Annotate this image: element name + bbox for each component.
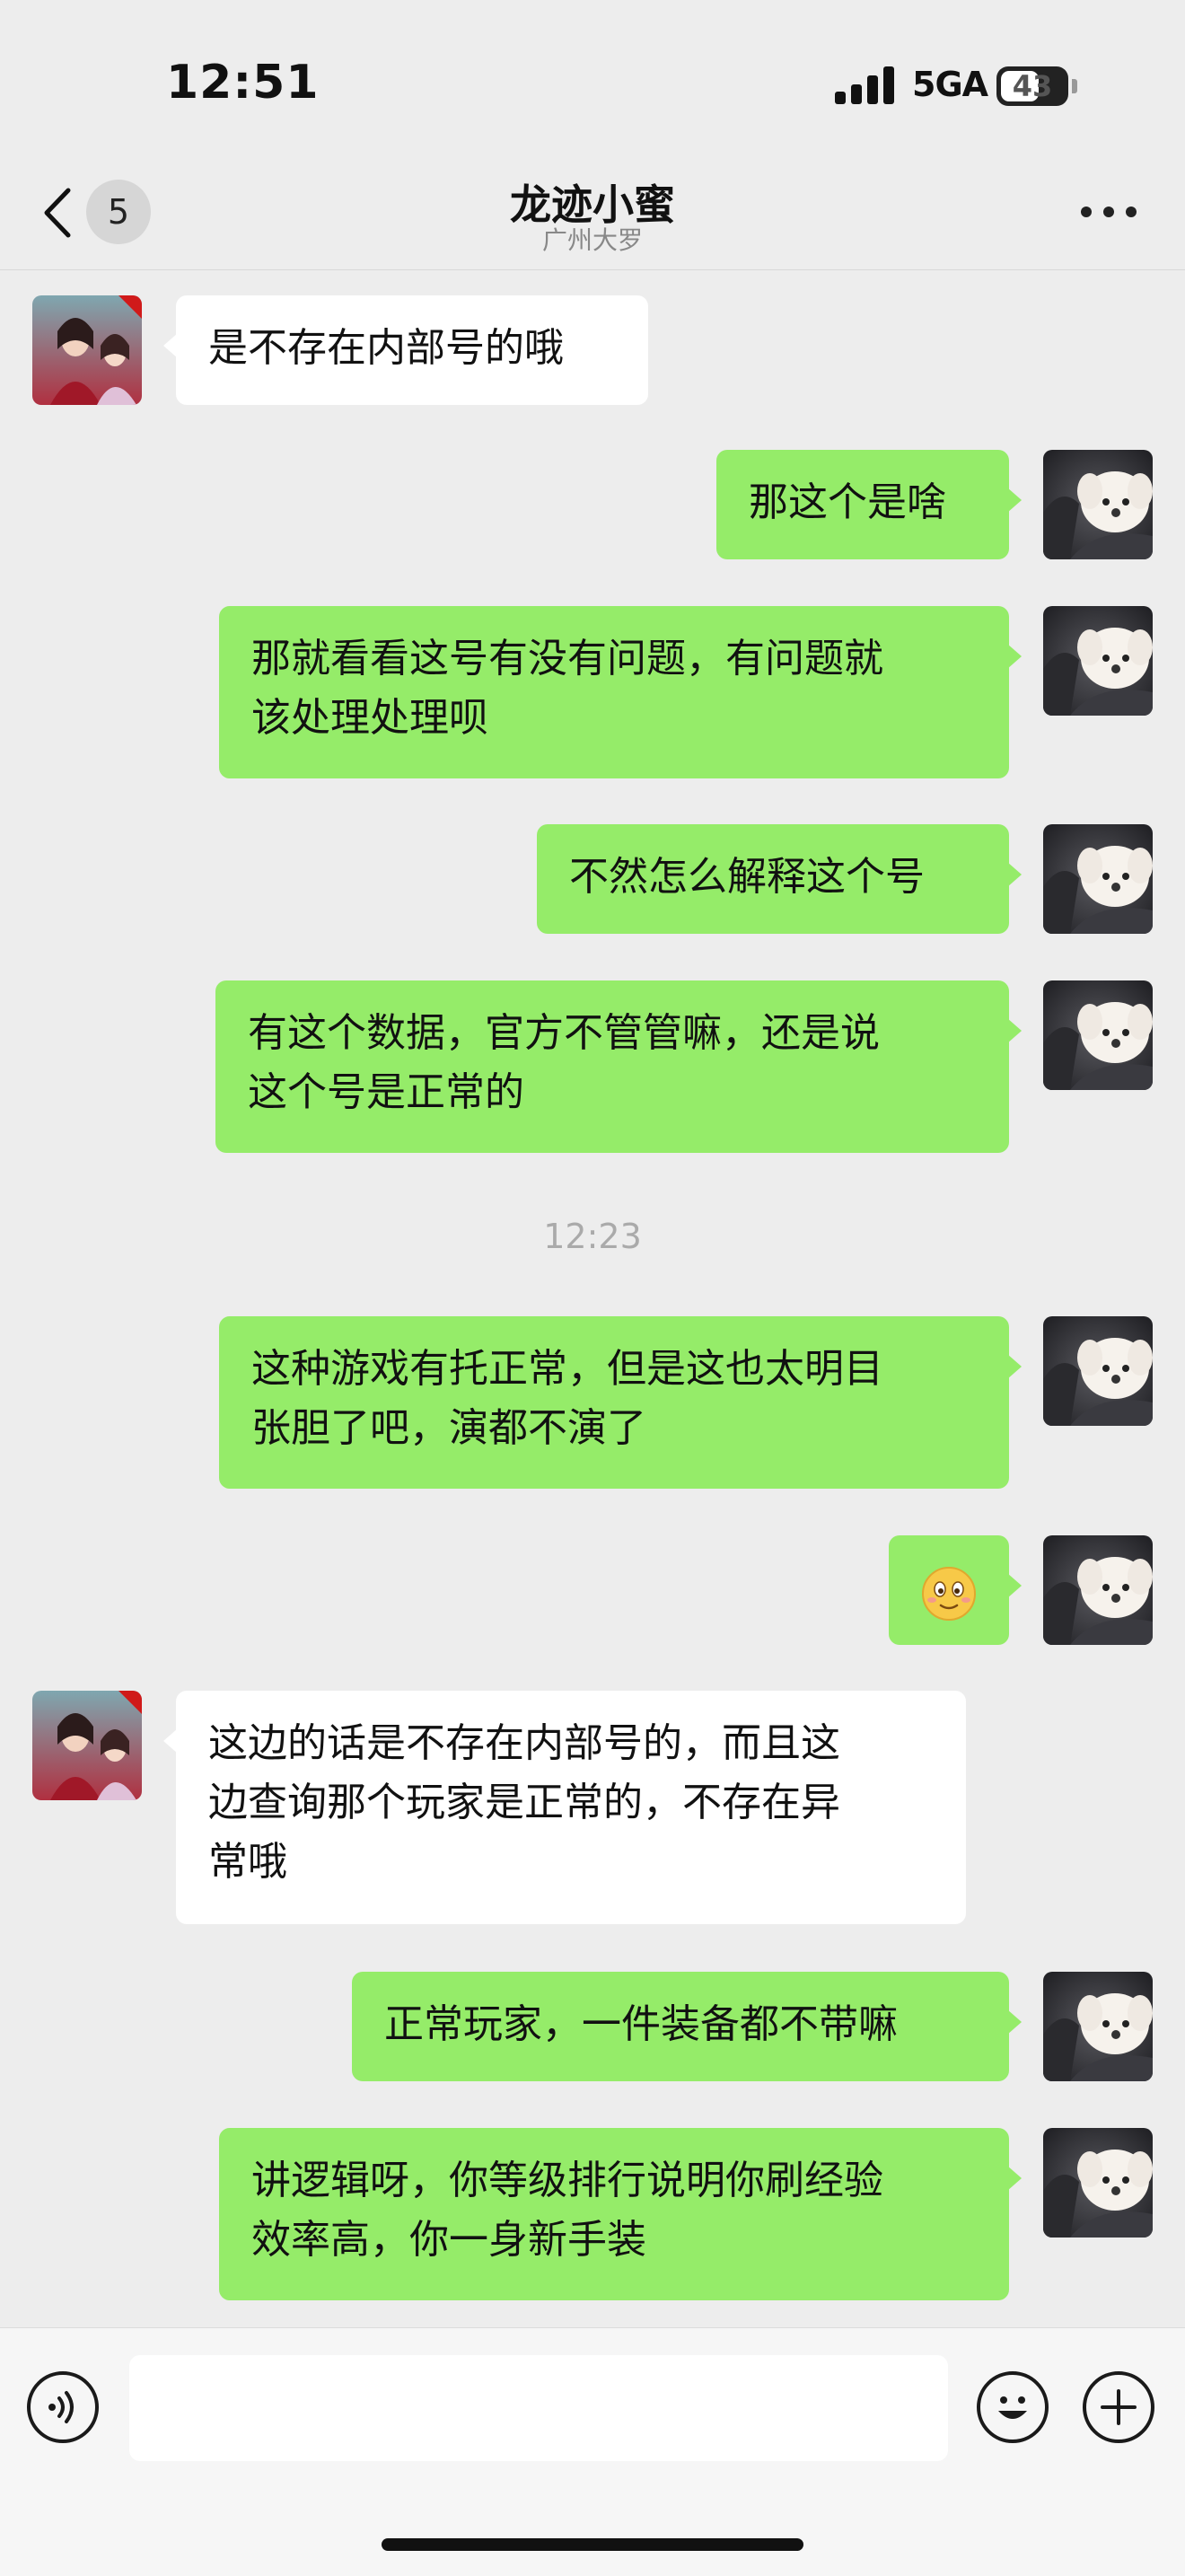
message-bubble[interactable]: 有这个数据，官方不管管嘛，还是说 这个号是正常的: [215, 980, 1022, 1153]
emoji-button[interactable]: [977, 2371, 1049, 2443]
home-indicator: [382, 2538, 803, 2551]
emoji-icon: [998, 2396, 1027, 2419]
message-text: 不然怎么解释这个号: [569, 854, 925, 900]
message-line: 这边的话是不存在内部号的，而且这: [208, 1720, 840, 1766]
message-text: 是不存在内部号的哦: [208, 325, 564, 371]
contact-avatar[interactable]: [32, 1691, 142, 1800]
my-avatar[interactable]: [1043, 1535, 1153, 1645]
message-line: 常哦: [208, 1839, 287, 1885]
battery-icon: 43: [996, 66, 1068, 106]
my-avatar[interactable]: [1043, 980, 1153, 1090]
message-bubble[interactable]: 正常玩家，一件装备都不带嘛: [352, 1972, 1022, 2081]
status-bar: 12:51 5GA 43: [0, 0, 1185, 162]
network-label: 5GA: [912, 65, 988, 104]
smiling-face-icon: [921, 1566, 977, 1622]
message-line: 那就看看这号有没有问题，有问题就: [251, 636, 883, 681]
my-avatar[interactable]: [1043, 606, 1153, 716]
battery-level: 43: [1012, 69, 1053, 103]
message-line: 这种游戏有托正常，但是这也太明目: [251, 1346, 883, 1392]
message-bubble[interactable]: 这边的话是不存在内部号的，而且这 边查询那个玩家是正常的，不存在异 常哦: [163, 1691, 966, 1924]
message-line: 有这个数据，官方不管管嘛，还是说: [248, 1010, 880, 1056]
voice-input-button[interactable]: [27, 2371, 99, 2443]
status-time: 12:51: [166, 56, 320, 110]
more-options-button[interactable]: [1077, 189, 1140, 233]
message-line: 边查询那个玩家是正常的，不存在异: [208, 1780, 840, 1825]
more-functions-button[interactable]: [1083, 2371, 1154, 2443]
message-text: 那这个是啥: [749, 479, 946, 525]
timestamp-divider: 12:23: [543, 1217, 642, 1256]
contact-avatar[interactable]: [32, 295, 142, 405]
message-line: 该处理处理呗: [251, 695, 488, 741]
message-bubble[interactable]: 那这个是啥: [716, 450, 1022, 559]
message-bubble[interactable]: [889, 1535, 1022, 1645]
battery-cap: [1072, 79, 1077, 93]
chat-subtitle: 广州大罗: [541, 225, 643, 255]
message-text: 正常玩家，一件装备都不带嘛: [384, 2001, 898, 2047]
plus-icon: [1101, 2389, 1137, 2425]
voice-icon: [48, 2391, 74, 2423]
message-bubble[interactable]: 那就看看这号有没有问题，有问题就 该处理处理呗: [219, 606, 1022, 778]
my-avatar[interactable]: [1043, 2128, 1153, 2238]
message-line: 讲逻辑呀，你等级排行说明你刷经验: [251, 2158, 883, 2203]
signal-icon: [835, 66, 896, 104]
input-bar: [0, 2327, 1185, 2576]
message-line: 效率高，你一身新手装: [251, 2217, 646, 2263]
message-input[interactable]: [129, 2355, 948, 2461]
message-bubble[interactable]: 这种游戏有托正常，但是这也太明目 张胆了吧，演都不演了: [219, 1316, 1022, 1489]
my-avatar[interactable]: [1043, 1972, 1153, 2081]
my-avatar[interactable]: [1043, 1316, 1153, 1426]
message-list[interactable]: 是不存在内部号的哦 那这个是啥 那就看看这号有没有问题，有问题就 该处理处理呗 …: [0, 270, 1185, 2326]
message-line: 张胆了吧，演都不演了: [251, 1405, 646, 1451]
my-avatar[interactable]: [1043, 824, 1153, 934]
my-avatar[interactable]: [1043, 450, 1153, 559]
message-bubble[interactable]: 不然怎么解释这个号: [537, 824, 1022, 934]
chat-header: 5 龙迹小蜜 广州大罗: [0, 162, 1185, 270]
message-bubble[interactable]: 讲逻辑呀，你等级排行说明你刷经验 效率高，你一身新手装: [219, 2128, 1022, 2300]
message-bubble[interactable]: 是不存在内部号的哦: [163, 295, 648, 405]
message-line: 这个号是正常的: [248, 1069, 524, 1115]
